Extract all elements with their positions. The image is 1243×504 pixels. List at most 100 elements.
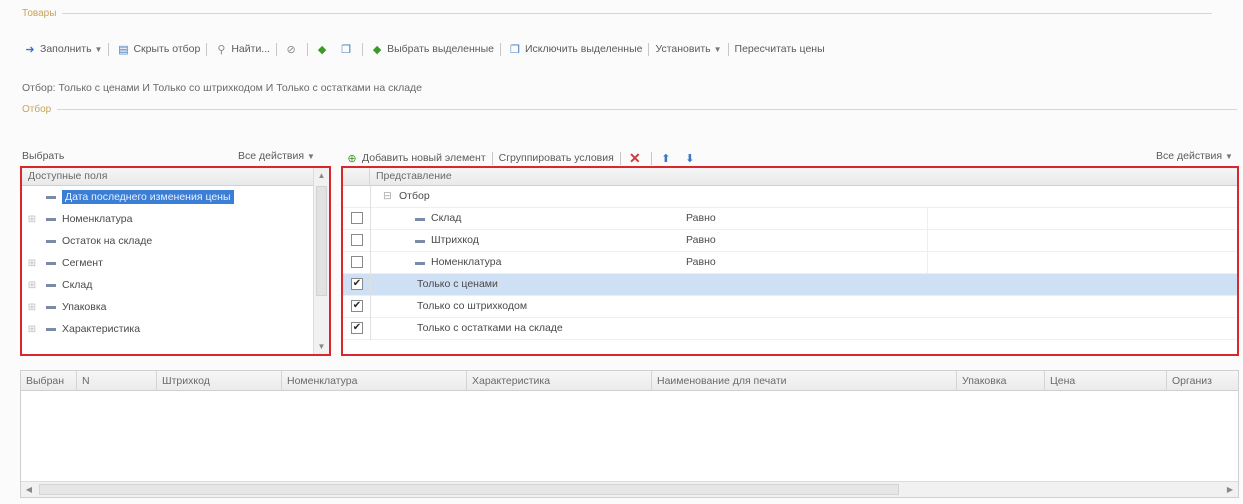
recalc-prices-label: Пересчитать цены xyxy=(734,43,825,55)
filter-list-icon: ▤ xyxy=(118,43,129,56)
field-label: Характеристика xyxy=(62,323,141,335)
filter-group-label: Отбор xyxy=(22,104,52,115)
condition-checkbox[interactable] xyxy=(351,212,363,224)
goods-group-label: Товары xyxy=(22,8,57,19)
toolbar-separator xyxy=(648,42,650,56)
field-item[interactable]: ⊞ Характеристика xyxy=(22,318,313,340)
condition-comparison[interactable]: Равно xyxy=(686,256,716,268)
column-header-barcode[interactable]: Штрихкод xyxy=(157,371,282,391)
filter-summary-text: Только с ценами И Только со штрихкодом И… xyxy=(58,82,423,94)
group-conditions-label: Сгруппировать условия xyxy=(498,152,614,164)
field-icon xyxy=(46,283,56,287)
condition-row[interactable]: Номенклатура Равно xyxy=(343,252,1237,274)
goods-table-header: Выбран N Штрихкод Номенклатура Характери… xyxy=(21,371,1238,391)
select-item-button[interactable]: ◆ xyxy=(314,41,332,57)
filter-conditions-panel: Представление ⊟ Отбор Склад Равно Штрихк… xyxy=(341,166,1239,356)
collapse-minus-icon[interactable]: ⊟ xyxy=(383,190,392,202)
expand-plus-icon[interactable]: ⊞ xyxy=(22,280,42,291)
filter-group-row-label: Отбор xyxy=(399,190,430,202)
add-element-button[interactable]: ⊕ Добавить новый элемент xyxy=(344,150,486,166)
scroll-thumb[interactable] xyxy=(316,186,327,296)
expand-plus-icon[interactable]: ⊞ xyxy=(22,214,42,225)
all-actions-left-button[interactable]: Все действия ▼ xyxy=(238,150,315,162)
condition-checkbox-checked[interactable]: ✔ xyxy=(351,322,363,334)
chevron-down-icon: ▼ xyxy=(307,151,315,161)
condition-checkbox[interactable] xyxy=(351,234,363,246)
all-actions-right-button[interactable]: Все действия ▼ xyxy=(1156,150,1233,162)
field-dash-icon xyxy=(411,234,431,246)
field-label: Дата последнего изменения цены xyxy=(62,190,234,204)
field-item[interactable]: Дата последнего изменения цены xyxy=(22,186,313,208)
fill-button[interactable]: ➜ Заполнить ▼ xyxy=(22,41,102,57)
set-label: Установить xyxy=(655,43,711,55)
column-header-package[interactable]: Упаковка xyxy=(957,371,1045,391)
field-icon xyxy=(46,217,56,221)
field-item[interactable]: ⊞ Номенклатура xyxy=(22,208,313,230)
field-item[interactable]: ⊞ Упаковка xyxy=(22,296,313,318)
column-header-organization[interactable]: Организ xyxy=(1167,371,1239,391)
toolbar-separator xyxy=(499,42,501,56)
chevron-down-icon: ▼ xyxy=(94,44,103,54)
move-up-button[interactable]: ⬆ xyxy=(658,150,676,166)
scroll-up-icon[interactable]: ▲ xyxy=(314,168,329,183)
goods-table-scrollbar[interactable]: ◀ ▶ xyxy=(21,481,1238,497)
condition-row-selected[interactable]: ✔ Только с ценами xyxy=(343,274,1237,296)
hide-filter-button[interactable]: ▤ Скрыть отбор xyxy=(115,41,200,57)
recalc-prices-button[interactable]: Пересчитать цены xyxy=(735,43,825,55)
expand-plus-icon[interactable]: ⊞ xyxy=(22,324,42,335)
scroll-left-icon[interactable]: ◀ xyxy=(21,482,37,497)
exclude-item-icon: ❐ xyxy=(341,43,351,56)
exclude-highlighted-button[interactable]: ❐ Исключить выделенные xyxy=(507,41,642,57)
field-label: Сегмент xyxy=(62,257,103,269)
condition-comparison[interactable]: Равно xyxy=(686,212,716,224)
select-highlighted-button[interactable]: ◆ Выбрать выделенные xyxy=(369,41,494,57)
field-item[interactable]: Остаток на складе xyxy=(22,230,313,252)
condition-comparison[interactable]: Равно xyxy=(686,234,716,246)
add-element-label: Добавить новый элемент xyxy=(362,152,486,164)
column-divider xyxy=(370,252,371,274)
check-column-header xyxy=(343,168,370,186)
condition-field-label: Штрихкод xyxy=(431,234,479,246)
expand-plus-icon[interactable]: ⊞ xyxy=(22,258,42,269)
available-fields-header: Доступные поля xyxy=(22,168,329,186)
condition-checkbox[interactable] xyxy=(351,256,363,268)
condition-checkbox-checked[interactable]: ✔ xyxy=(351,300,363,312)
scroll-right-icon[interactable]: ▶ xyxy=(1222,482,1238,497)
column-header-nomenclature[interactable]: Номенклатура xyxy=(282,371,467,391)
field-item[interactable]: ⊞ Склад xyxy=(22,274,313,296)
exclude-highlighted-icon: ❐ xyxy=(510,43,520,56)
column-header-number[interactable]: N xyxy=(77,371,157,391)
field-item[interactable]: ⊞ Сегмент xyxy=(22,252,313,274)
toolbar-separator xyxy=(206,42,208,56)
field-label: Склад xyxy=(62,279,93,291)
column-header-characteristic[interactable]: Характеристика xyxy=(467,371,652,391)
delete-button[interactable]: ✕ xyxy=(627,150,645,166)
set-button[interactable]: Установить ▼ xyxy=(655,43,721,55)
filter-group-row[interactable]: ⊟ Отбор xyxy=(343,186,1237,208)
scroll-down-icon[interactable]: ▼ xyxy=(314,339,329,354)
move-down-button[interactable]: ⬇ xyxy=(682,150,700,166)
toolbar-separator xyxy=(619,151,621,165)
fill-arrow-icon: ➜ xyxy=(25,43,35,56)
find-label: Найти... xyxy=(231,43,271,55)
field-icon xyxy=(46,261,56,265)
condition-checkbox-checked[interactable]: ✔ xyxy=(351,278,363,290)
search-icon: ⚲ xyxy=(217,43,226,56)
group-conditions-button[interactable]: Сгруппировать условия xyxy=(499,152,614,164)
condition-row[interactable]: Штрихкод Равно xyxy=(343,230,1237,252)
condition-row[interactable]: Склад Равно xyxy=(343,208,1237,230)
column-header-selected[interactable]: Выбран xyxy=(21,371,77,391)
column-header-print-name[interactable]: Наименование для печати xyxy=(652,371,957,391)
exclude-item-button[interactable]: ❐ xyxy=(338,41,356,57)
find-button[interactable]: ⚲ Найти... xyxy=(213,41,270,57)
choose-button[interactable]: Выбрать xyxy=(22,150,64,162)
column-divider xyxy=(370,230,371,252)
cancel-search-button[interactable]: ⊘ xyxy=(283,41,301,57)
condition-row[interactable]: ✔ Только со штрихкодом xyxy=(343,296,1237,318)
condition-row[interactable]: ✔ Только с остатками на складе xyxy=(343,318,1237,340)
column-header-price[interactable]: Цена xyxy=(1045,371,1167,391)
expand-plus-icon[interactable]: ⊞ xyxy=(22,302,42,313)
scroll-thumb[interactable] xyxy=(39,484,899,495)
hide-filter-label: Скрыть отбор xyxy=(133,43,201,55)
available-fields-scrollbar[interactable]: ▲ ▼ xyxy=(313,168,329,354)
